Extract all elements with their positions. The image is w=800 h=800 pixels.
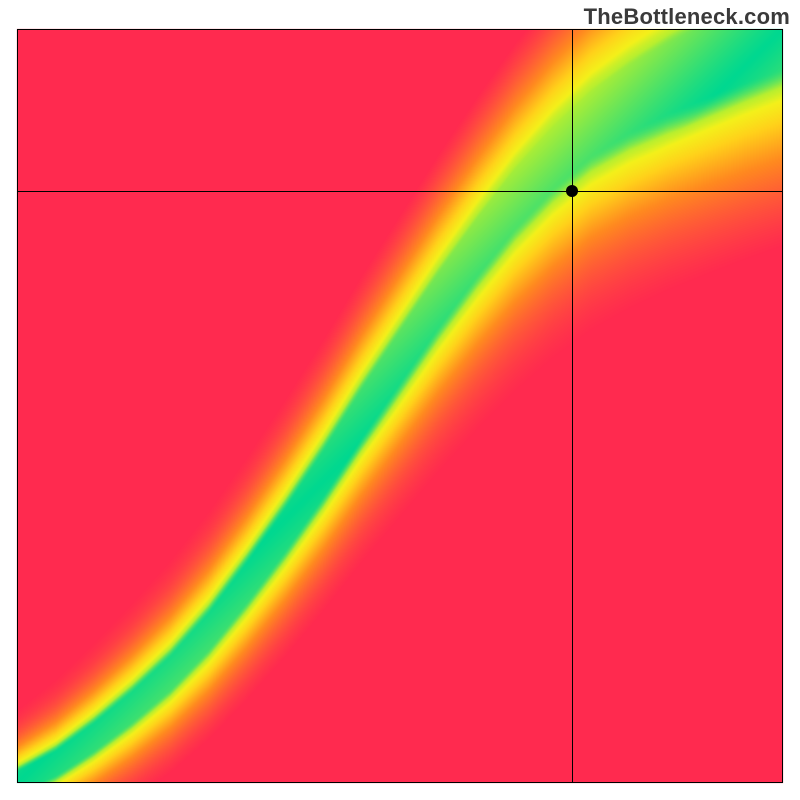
watermark-text: TheBottleneck.com [584,4,790,30]
crosshair-vertical [572,29,573,783]
heatmap-canvas [0,0,800,800]
chart-container: TheBottleneck.com [0,0,800,800]
marker-dot [566,185,578,197]
crosshair-horizontal [17,191,783,192]
